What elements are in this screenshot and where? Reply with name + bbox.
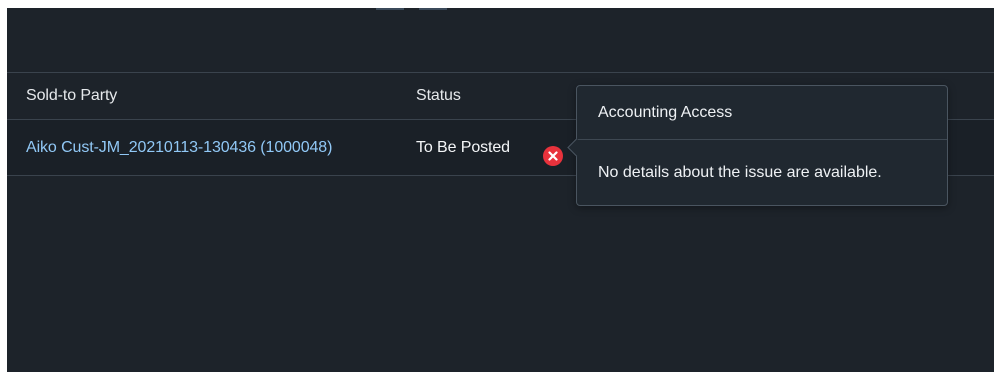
popover-message: No details about the issue are available…	[598, 164, 882, 181]
top-tab-right[interactable]	[419, 8, 447, 10]
popover-title: Accounting Access	[577, 86, 947, 140]
sold-to-party-link[interactable]: Aiko Cust-JM_20210113-130436 (1000048)	[26, 139, 332, 157]
error-popover: Accounting Access No details about the i…	[567, 85, 948, 206]
sold-to-party-cell: Aiko Cust-JM_20210113-130436 (1000048)	[26, 120, 332, 175]
status-cell: To Be Posted	[416, 120, 510, 175]
column-header-status[interactable]: Status	[416, 73, 461, 119]
top-tab-left[interactable]	[376, 8, 404, 10]
status-text: To Be Posted	[416, 138, 510, 156]
close-x-glyph	[548, 151, 558, 161]
error-icon[interactable]	[543, 146, 563, 166]
app-window: Sold-to Party Status Aiko Cust-JM_202101…	[7, 8, 994, 372]
column-header-sold-to-party[interactable]: Sold-to Party	[26, 73, 117, 119]
